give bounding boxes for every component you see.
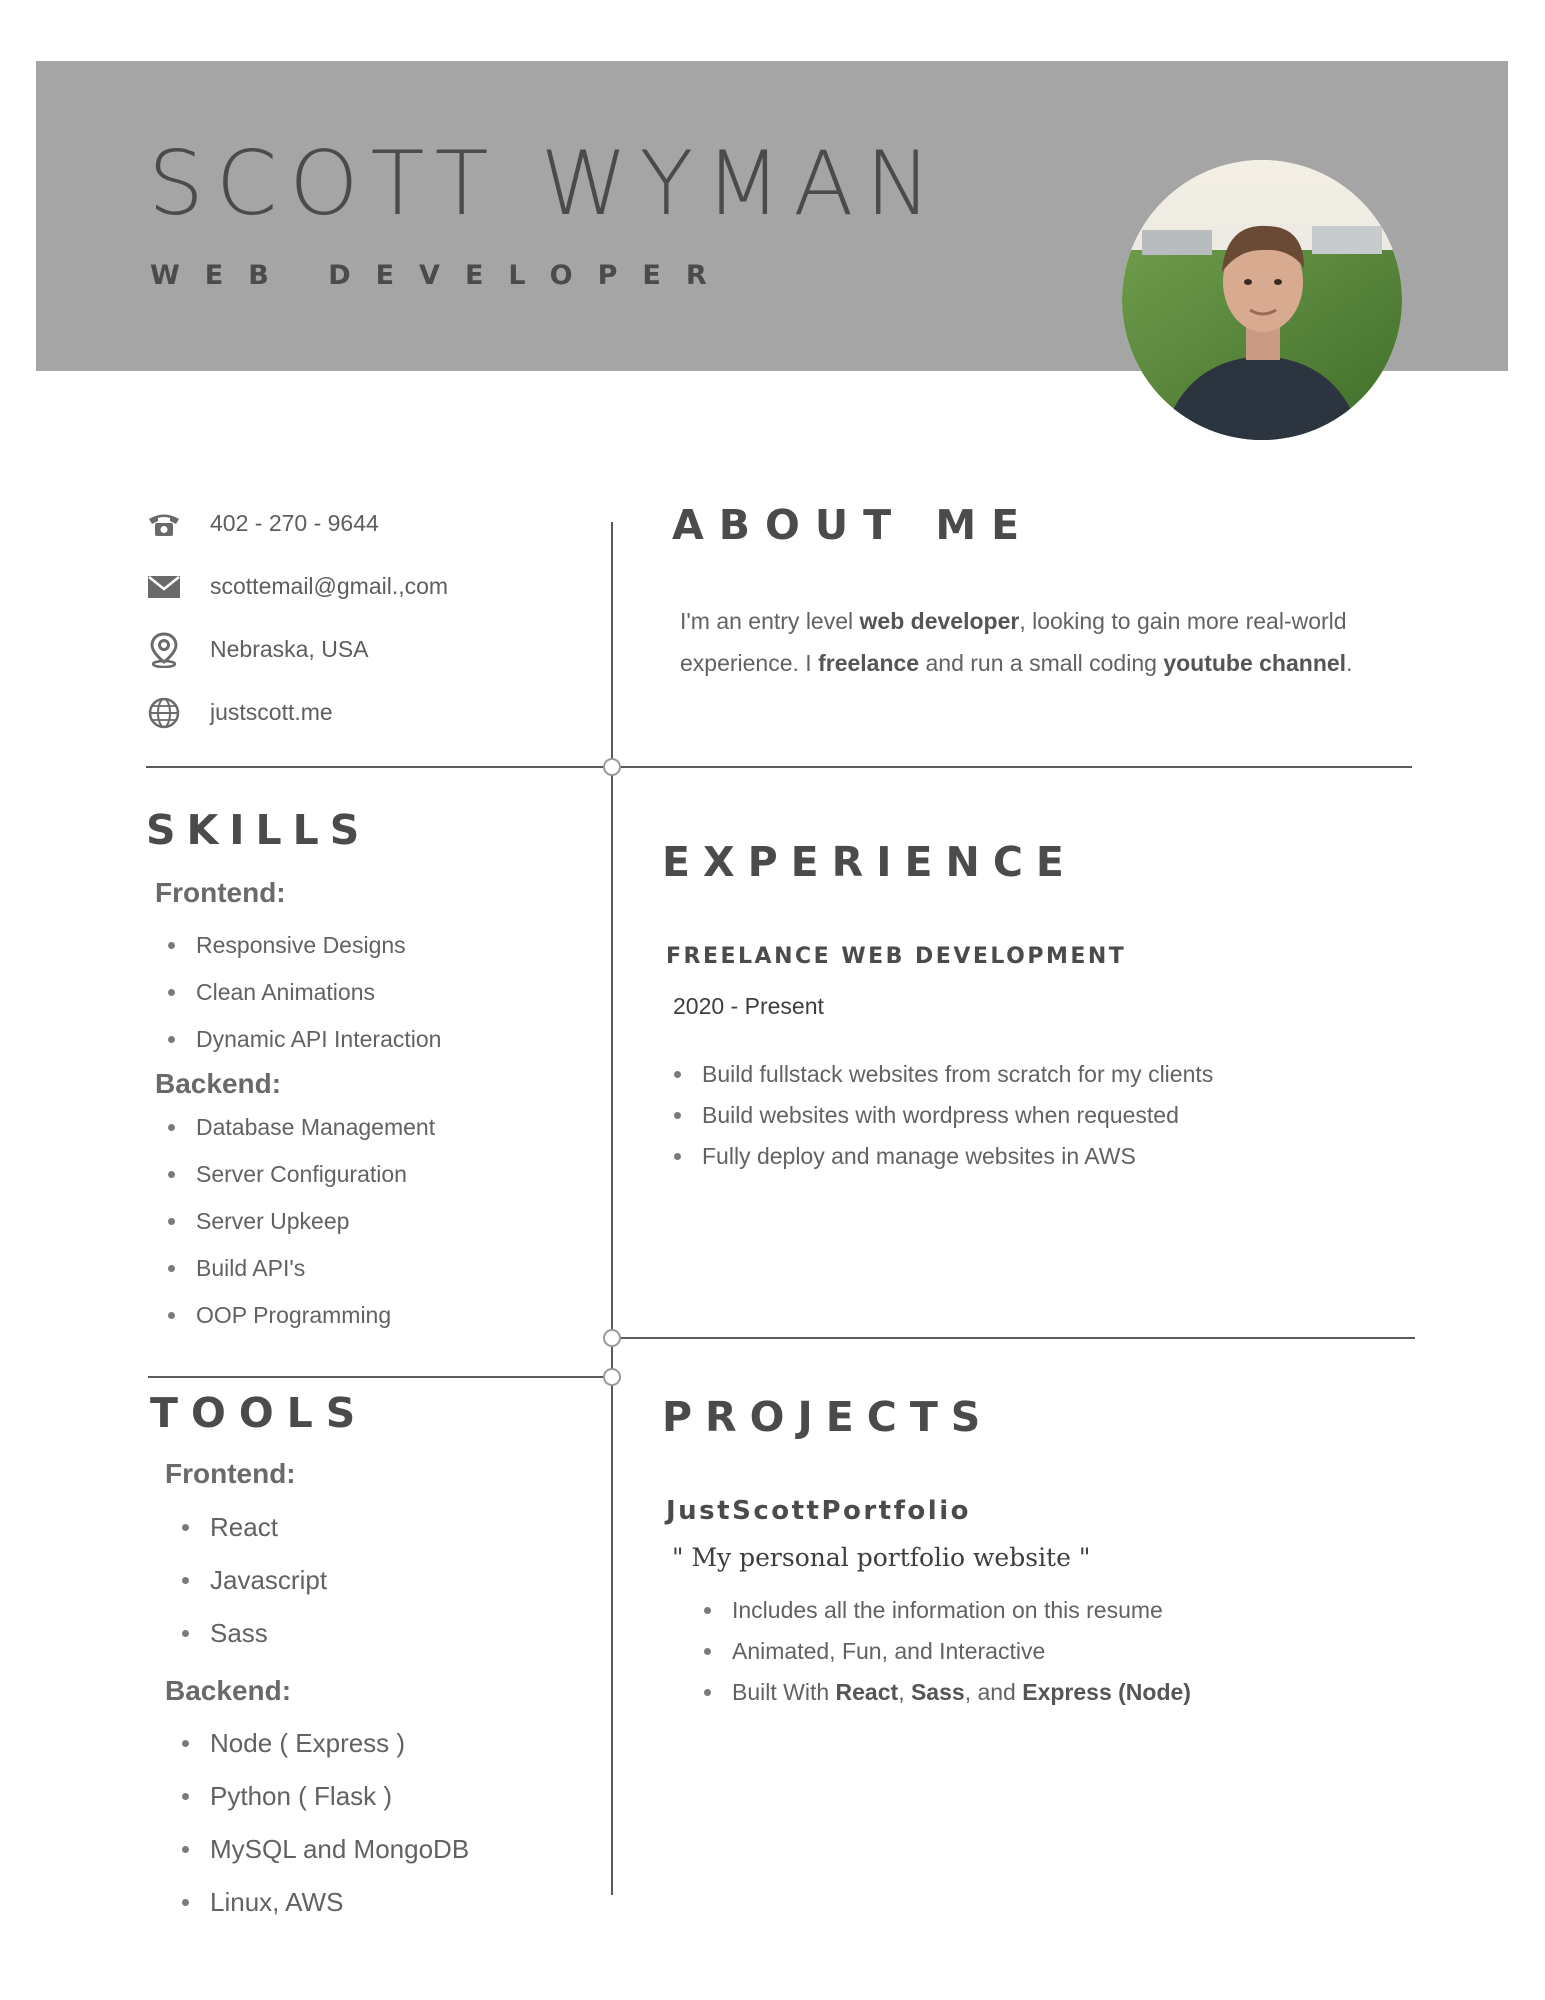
contact-email: scottemail@gmail.,com (146, 555, 576, 618)
phone-number: 402 - 270 - 9644 (210, 510, 379, 536)
list-item: OOP Programming (167, 1292, 435, 1339)
experience-title: EXPERIENCE (662, 838, 1077, 886)
contact-phone: 402 - 270 - 9644 (146, 492, 576, 555)
contact-website: justscott.me (146, 681, 576, 744)
tools-frontend-label: Frontend: (165, 1458, 296, 1489)
list-item: Sass (181, 1607, 327, 1660)
list-item: Dynamic API Interaction (167, 1016, 441, 1063)
email-address[interactable]: scottemail@gmail.,com (210, 573, 448, 600)
tools-backend-list: Node ( Express ) Python ( Flask ) MySQL … (181, 1717, 469, 1929)
projects-title: PROJECTS (662, 1393, 994, 1441)
tools-backend-label: Backend: (165, 1675, 292, 1706)
location-pin-icon (146, 631, 182, 668)
list-item: Database Management (167, 1104, 435, 1151)
list-item: Responsive Designs (167, 922, 441, 969)
list-item: Clean Animations (167, 969, 441, 1016)
job-role: WEB DEVELOPER (150, 260, 732, 291)
contact-list: 402 - 270 - 9644 scottemail@gmail.,com N… (146, 492, 576, 744)
divider-node (603, 758, 621, 776)
divider-skills-tools (148, 1376, 613, 1378)
divider-contact-about (146, 766, 1412, 768)
list-item: React (181, 1501, 327, 1554)
job-title: FREELANCE WEB DEVELOPMENT (666, 944, 1127, 969)
about-text: I'm an entry level web developer, lookin… (680, 608, 1353, 676)
contact-location: Nebraska, USA (146, 618, 576, 681)
location: Nebraska, USA (210, 636, 369, 662)
list-item: Includes all the information on this res… (704, 1590, 1191, 1631)
envelope-icon (146, 569, 182, 605)
tools-frontend-list: React Javascript Sass (181, 1501, 327, 1660)
skills-backend-list: Database Management Server Configuration… (167, 1104, 435, 1339)
vertical-divider (611, 522, 613, 1895)
list-item: Fully deploy and manage websites in AWS (673, 1136, 1213, 1177)
list-item: Javascript (181, 1554, 327, 1607)
project-name: JustScottPortfolio (666, 1496, 971, 1526)
project-list: Includes all the information on this res… (704, 1590, 1191, 1713)
skills-frontend-list: Responsive Designs Clean Animations Dyna… (167, 922, 441, 1063)
divider-experience-projects (620, 1337, 1415, 1339)
list-item: Server Upkeep (167, 1198, 435, 1245)
about-title: ABOUT ME (672, 501, 1035, 549)
experience-list: Build fullstack websites from scratch fo… (673, 1054, 1213, 1177)
project-description: " My personal portfolio website " (672, 1543, 1091, 1572)
divider-node (603, 1329, 621, 1347)
skills-backend-label: Backend: (155, 1068, 282, 1099)
list-item: Node ( Express ) (181, 1717, 469, 1770)
list-item: Build API's (167, 1245, 435, 1292)
phone-icon (146, 506, 182, 542)
list-item: Server Configuration (167, 1151, 435, 1198)
list-item: MySQL and MongoDB (181, 1823, 469, 1876)
list-item: Build fullstack websites from scratch fo… (673, 1054, 1213, 1095)
list-item: Python ( Flask ) (181, 1770, 469, 1823)
website[interactable]: justscott.me (210, 699, 333, 726)
divider-node (603, 1368, 621, 1386)
tools-title: TOOLS (150, 1389, 369, 1437)
globe-icon (146, 695, 182, 731)
candidate-name: SCOTT WYMAN (148, 132, 944, 235)
list-item: Build websites with wordpress when reque… (673, 1095, 1213, 1136)
avatar (1122, 160, 1402, 440)
skills-title: SKILLS (146, 806, 371, 854)
skills-frontend-label: Frontend: (155, 877, 286, 908)
list-item: Built With React, Sass, and Express (Nod… (704, 1672, 1191, 1713)
job-date: 2020 - Present (673, 993, 824, 1019)
list-item: Animated, Fun, and Interactive (704, 1631, 1191, 1672)
list-item: Linux, AWS (181, 1876, 469, 1929)
